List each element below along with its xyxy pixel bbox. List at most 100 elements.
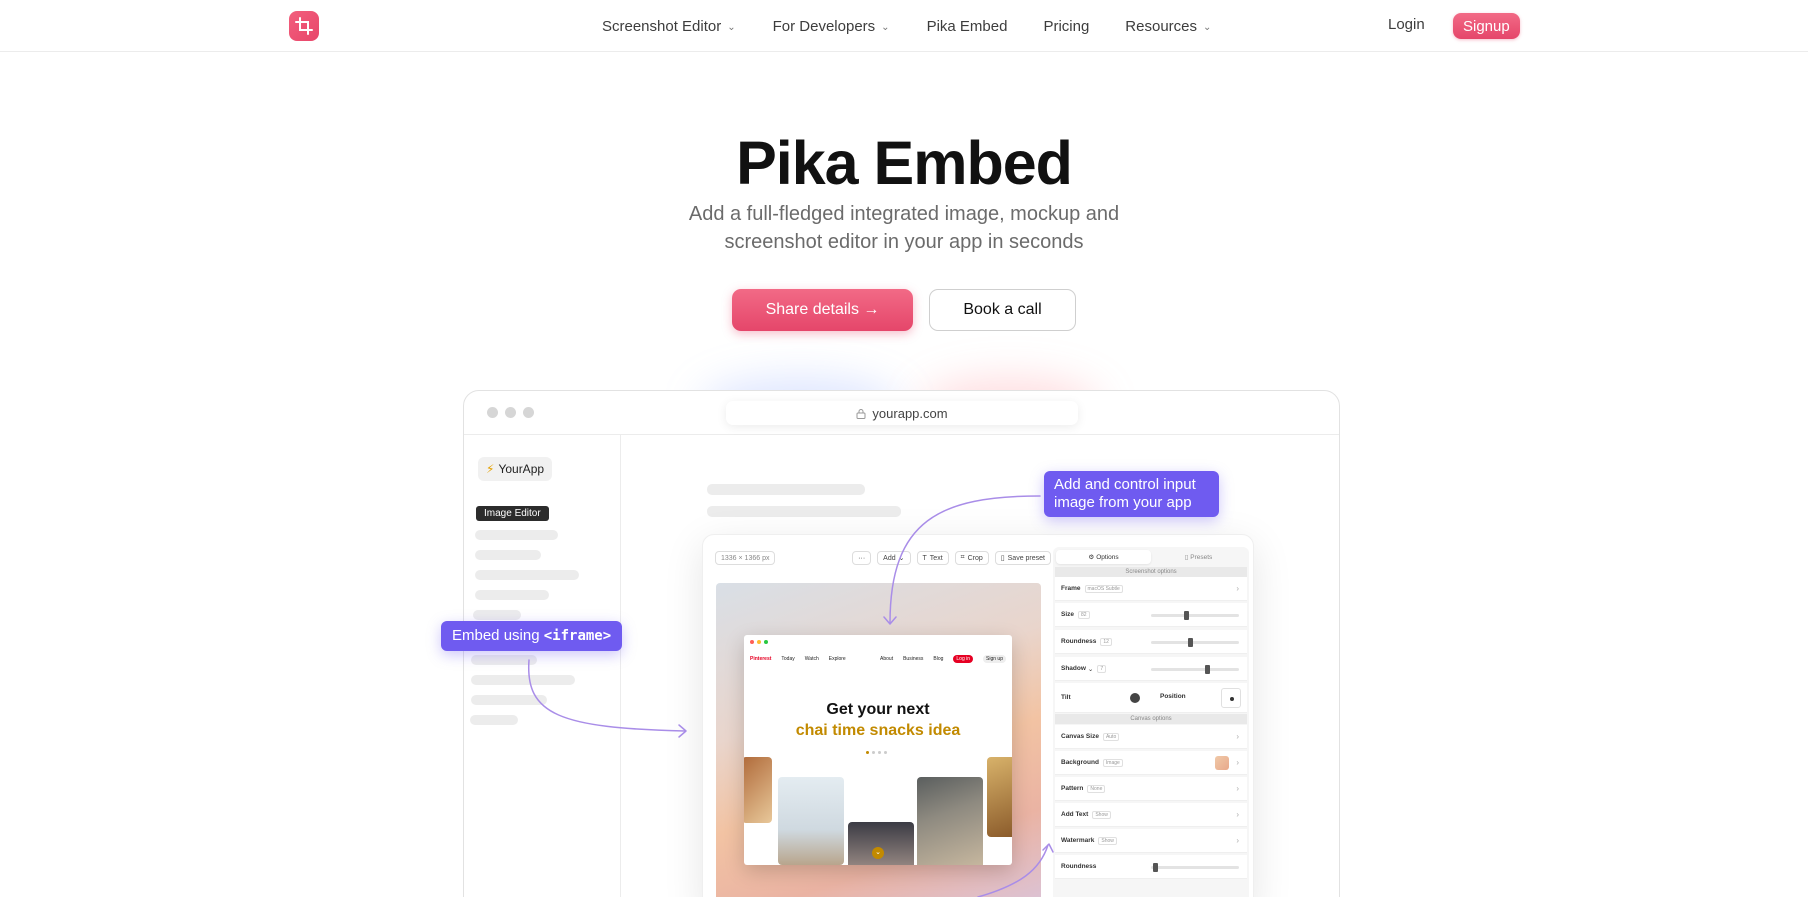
crop-logo-icon <box>295 17 313 35</box>
row-tag: 12 <box>1100 637 1112 646</box>
lock-icon <box>856 408 866 419</box>
row-label: Frame <box>1061 585 1081 592</box>
pin-login: Log in <box>953 655 974 663</box>
pin-signup: Sign up <box>983 655 1006 663</box>
dimensions-field[interactable]: 1336 × 1366 px <box>715 551 776 565</box>
book-call-button[interactable]: Book a call <box>929 289 1076 331</box>
position-grid-icon[interactable] <box>1221 688 1241 708</box>
nav-pricing[interactable]: Pricing <box>1043 0 1089 52</box>
hero-subtitle: Add a full-fledged integrated image, moc… <box>688 203 1120 253</box>
add-button[interactable]: Add ⌄ <box>877 551 911 565</box>
skeleton-line <box>475 550 541 560</box>
chevron-down-icon: ⌄ <box>881 21 890 33</box>
pin-headline-accent: chai time snacks idea <box>795 722 961 739</box>
add-text-row[interactable]: Add Text Show › <box>1055 803 1247 827</box>
skeleton-line <box>471 655 537 665</box>
position-dropdown[interactable]: Position <box>1160 693 1186 700</box>
nav-screenshot-editor[interactable]: Screenshot Editor ⌄ <box>602 0 736 52</box>
bolt-icon: ⚡ <box>486 462 495 476</box>
nav-label: For Developers <box>772 17 876 35</box>
skeleton-line <box>475 570 579 580</box>
login-link[interactable]: Login <box>1388 16 1425 33</box>
slider-thumb[interactable] <box>1153 863 1158 872</box>
share-details-button[interactable]: Share details → <box>732 289 913 331</box>
app-sidebar: ⚡ YourApp Image Editor <box>464 435 621 897</box>
pin-brand: Pinterest <box>750 656 772 662</box>
roundness-slider[interactable] <box>1151 638 1239 647</box>
crop-button[interactable]: ⌗ Crop <box>954 551 989 565</box>
nav-label: Screenshot Editor <box>602 17 722 35</box>
chevron-right-icon: › <box>1236 584 1239 593</box>
slider-thumb[interactable] <box>1188 638 1193 647</box>
app-badge: ⚡ YourApp <box>478 457 553 481</box>
save-preset-button[interactable]: ▯ Save preset <box>994 551 1051 565</box>
row-tag: 82 <box>1078 610 1090 619</box>
tilt-knob[interactable] <box>1130 693 1140 703</box>
pattern-row[interactable]: Pattern None › <box>1055 777 1247 801</box>
editor-canvas[interactable]: Pinterest Today Watch Explore About Busi… <box>716 583 1041 897</box>
skeleton-line <box>470 715 518 725</box>
pin-headline: Get your next <box>826 701 930 718</box>
canvas-size-row[interactable]: Canvas Size Auto › <box>1055 725 1247 749</box>
slider-thumb[interactable] <box>1205 665 1210 674</box>
pin-nav: Pinterest Today Watch Explore About Busi… <box>750 653 1006 665</box>
row-label: Tilt <box>1061 694 1071 701</box>
tab-options[interactable]: ⚙ Options <box>1056 550 1151 564</box>
url-text: yourapp.com <box>872 405 948 421</box>
screenshot-preview: Pinterest Today Watch Explore About Busi… <box>744 635 1012 865</box>
skeleton-line <box>475 590 549 600</box>
food-photo <box>917 777 983 865</box>
logo[interactable] <box>289 11 319 41</box>
window-dot <box>505 407 516 418</box>
nav-for-developers[interactable]: For Developers ⌄ <box>773 0 890 52</box>
skeleton-line <box>707 506 901 517</box>
options-panel: ⚙ Options ▯ Presets Screenshot options F… <box>1053 547 1249 897</box>
nav-label: Pricing <box>1043 17 1090 35</box>
slider-thumb[interactable] <box>1184 611 1189 620</box>
chevron-right-icon: › <box>1236 732 1239 741</box>
chevron-down-icon: ⌄ <box>1087 665 1094 673</box>
watermark-row[interactable]: Watermark Show › <box>1055 829 1247 853</box>
window-dot <box>487 407 498 418</box>
pin-nav-item: Explore <box>828 656 846 662</box>
row-label: Canvas Size <box>1061 733 1099 740</box>
row-tag: None <box>1087 784 1106 793</box>
skeleton-line <box>707 484 865 495</box>
tab-presets[interactable]: ▯ Presets <box>1151 550 1246 564</box>
roundness-row: Roundness 12 <box>1055 630 1247 654</box>
mini-window-dots <box>750 640 768 644</box>
row-label: Shadow <box>1061 665 1086 672</box>
frame-row[interactable]: Frame macOS Subtle › <box>1055 577 1247 601</box>
signup-button[interactable]: Signup <box>1453 13 1520 39</box>
app-name: YourApp <box>498 462 545 476</box>
more-button[interactable]: ··· <box>852 551 872 565</box>
text-button[interactable]: T Text <box>916 551 949 565</box>
text-icon: T <box>922 554 927 562</box>
carousel-dots <box>866 751 887 754</box>
chevron-right-icon: › <box>1236 784 1239 793</box>
tab-label: Options <box>1096 553 1119 561</box>
section-screenshot-options: Screenshot options <box>1055 567 1247 577</box>
window-dot <box>523 407 534 418</box>
nav-resources[interactable]: Resources ⌄ <box>1125 0 1211 52</box>
pin-nav-item: Business <box>903 656 924 662</box>
crop-label: Crop <box>967 554 983 562</box>
save-preset-label: Save preset <box>1007 554 1045 562</box>
background-row[interactable]: Background Image › <box>1055 751 1247 775</box>
row-tag: Auto <box>1102 732 1120 741</box>
url-bar: yourapp.com <box>726 401 1078 425</box>
row-label: Pattern <box>1061 785 1084 792</box>
nav-label: Resources <box>1125 17 1197 35</box>
chevron-right-icon: › <box>1236 758 1239 767</box>
shadow-slider[interactable] <box>1151 665 1239 674</box>
background-swatch <box>1215 756 1229 770</box>
nav-pika-embed[interactable]: Pika Embed <box>927 0 1008 52</box>
canvas-roundness-slider[interactable] <box>1151 863 1239 872</box>
row-tag: macOS Subtle <box>1084 584 1123 593</box>
row-label: Roundness <box>1061 638 1097 645</box>
tab-label: Presets <box>1190 553 1213 561</box>
shadow-row: Shadow ⌄ 7 <box>1055 657 1247 681</box>
size-slider[interactable] <box>1151 611 1239 620</box>
tilt-position-row: Tilt Position <box>1055 683 1247 713</box>
row-tag: Image <box>1102 758 1123 767</box>
